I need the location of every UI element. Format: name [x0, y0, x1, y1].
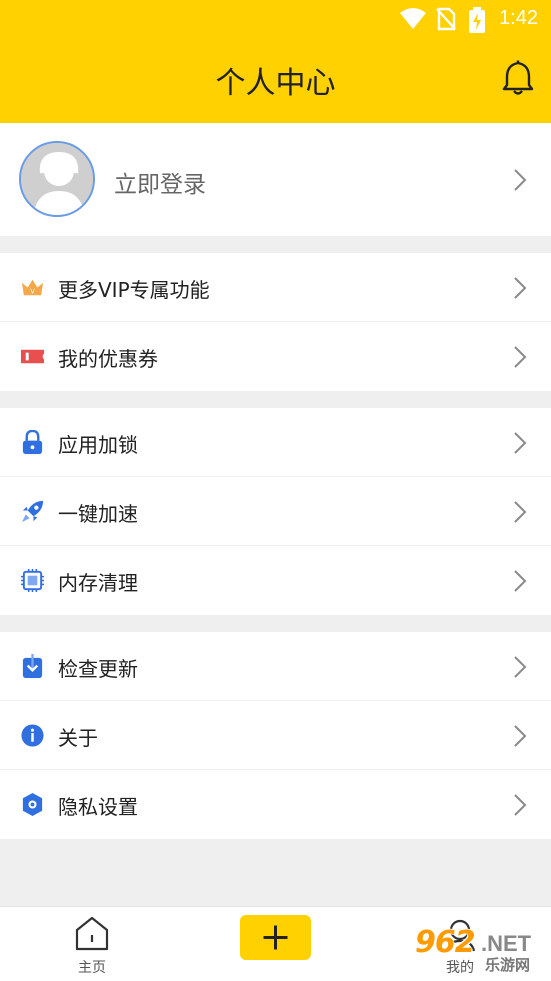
- menu-item-about[interactable]: 关于: [0, 701, 551, 770]
- menu-item-label: 内存清理: [58, 571, 138, 595]
- menu-item-speed-up[interactable]: 一键加速: [0, 477, 551, 546]
- chevron-right-icon: [514, 570, 527, 592]
- menu-item-label: 关于: [58, 726, 98, 750]
- battery-charging-icon: [469, 7, 485, 33]
- menu-item-label: 隐私设置: [58, 795, 138, 819]
- menu-item-coupons[interactable]: 我的优惠券: [0, 322, 551, 391]
- download-icon: [22, 654, 43, 679]
- home-icon: [75, 916, 109, 951]
- watermark-site: 乐游网: [485, 956, 531, 974]
- chevron-right-icon: [514, 725, 527, 747]
- menu-item-privacy-settings[interactable]: 隐私设置: [0, 770, 551, 839]
- wifi-icon: [400, 8, 426, 29]
- chevron-right-icon: [514, 432, 527, 454]
- login-row[interactable]: 立即登录: [0, 123, 551, 236]
- site-watermark: 962 .NET 乐游网: [415, 925, 545, 975]
- lock-icon: [22, 430, 43, 455]
- bell-icon[interactable]: [501, 60, 535, 96]
- chevron-right-icon: [514, 656, 527, 678]
- menu-group-system: 检查更新 关于 隐私设置: [0, 632, 551, 839]
- rocket-icon: [21, 500, 44, 523]
- menu-item-memory-clean[interactable]: 内存清理: [0, 546, 551, 615]
- no-sim-icon: [436, 7, 456, 31]
- nav-home[interactable]: 主页: [70, 915, 114, 976]
- menu-item-label: 一键加速: [58, 502, 138, 526]
- add-button[interactable]: [240, 915, 311, 960]
- menu-item-app-lock[interactable]: 应用加锁: [0, 408, 551, 477]
- status-time: 1:42: [499, 7, 538, 29]
- login-label[interactable]: 立即登录: [114, 165, 206, 199]
- chip-icon: [20, 568, 45, 593]
- chevron-right-icon: [514, 501, 527, 523]
- chevron-right-icon: [514, 794, 527, 816]
- menu-item-label: 更多VIP专属功能: [58, 278, 210, 302]
- coupon-icon: [20, 349, 45, 364]
- chevron-right-icon: [514, 346, 527, 368]
- menu-item-vip[interactable]: V 更多VIP专属功能: [0, 253, 551, 322]
- page-title: 个人中心: [215, 66, 336, 101]
- avatar[interactable]: [19, 141, 95, 217]
- default-avatar-icon: [21, 143, 93, 215]
- menu-item-label: 检查更新: [58, 657, 138, 681]
- watermark-number: 962: [415, 925, 476, 960]
- info-icon: [21, 724, 44, 747]
- menu-item-label: 我的优惠券: [58, 347, 158, 371]
- menu-group-tools: 应用加锁 一键加速 内存清理: [0, 408, 551, 615]
- menu-item-check-update[interactable]: 检查更新: [0, 632, 551, 701]
- chevron-right-icon: [514, 277, 527, 299]
- svg-text:V: V: [30, 287, 35, 295]
- settings-icon: [22, 792, 43, 817]
- menu-group-vip: V 更多VIP专属功能 我的优惠券: [0, 253, 551, 391]
- menu-item-label: 应用加锁: [58, 433, 138, 457]
- nav-home-label: 主页: [78, 960, 106, 976]
- header-bar: 1:42 个人中心: [0, 0, 551, 123]
- crown-icon: V: [21, 279, 44, 295]
- chevron-right-icon: [514, 169, 527, 191]
- plus-icon: [263, 925, 288, 950]
- status-bar: 1:42: [0, 0, 551, 38]
